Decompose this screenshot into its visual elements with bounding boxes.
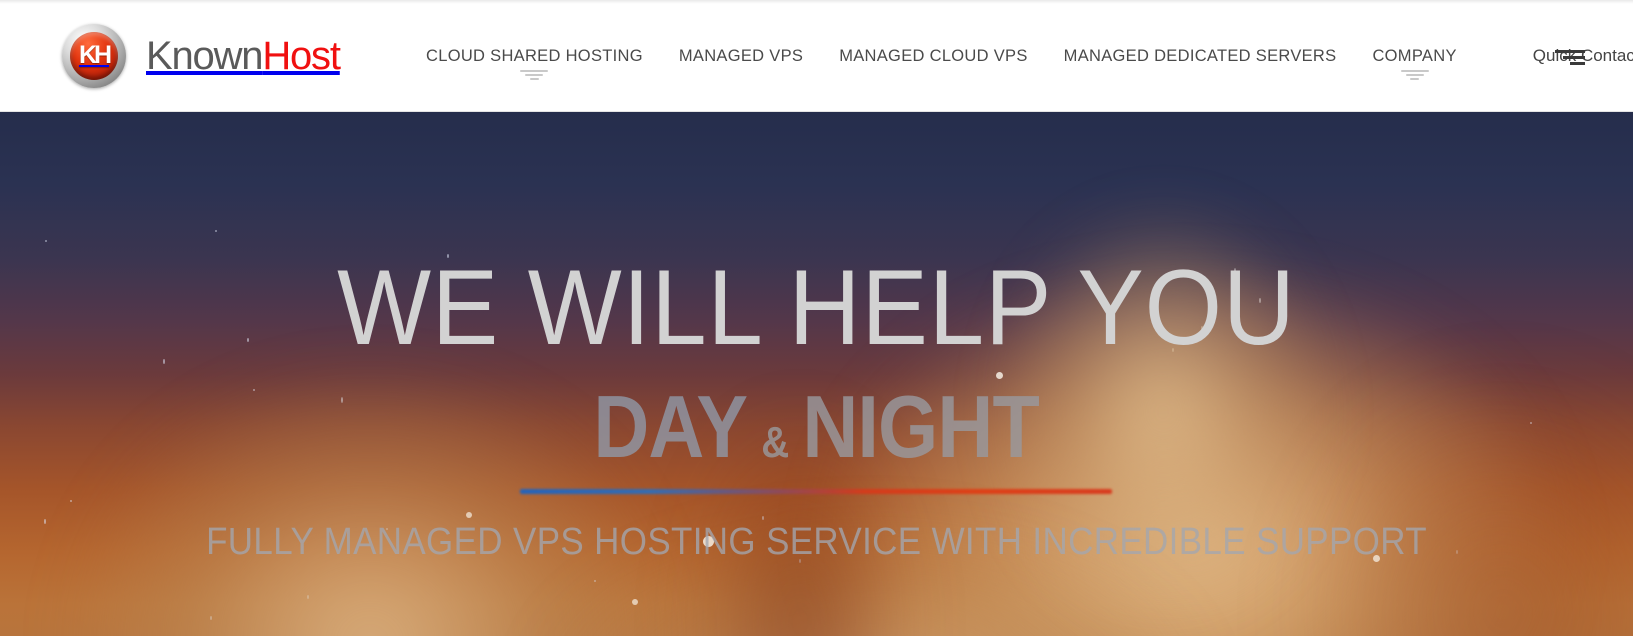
nav-item-label: MANAGED VPS [678, 46, 804, 65]
nav-item-managed-dedicated-servers[interactable]: MANAGED DEDICATED SERVERS [1046, 0, 1355, 112]
nav-item-managed-vps[interactable]: MANAGED VPS [661, 0, 821, 112]
logo-word-host: Host [262, 34, 341, 78]
nav-item-label: MANAGED CLOUD VPS [839, 46, 1028, 65]
logo-mark-text: KH [78, 40, 112, 69]
main-navigation: CLOUD SHARED HOSTING MANAGED VPS MANAGED… [408, 0, 1633, 112]
logo-wordmark: KnownHost [146, 34, 341, 78]
header-divider [0, 111, 1633, 112]
nav-item-label: CLOUD SHARED HOSTING [426, 46, 643, 65]
nav-item-label: COMPANY [1372, 46, 1457, 65]
nav-item-managed-cloud-vps[interactable]: MANAGED CLOUD VPS [821, 0, 1045, 112]
logo-word-known: Known [146, 34, 264, 78]
chevron-down-icon [1400, 70, 1429, 80]
hero-banner: WE WILL HELP YOU DAY & NIGHT FULLY MANAG… [0, 112, 1633, 636]
hero-text-block: WE WILL HELP YOU DAY & NIGHT FULLY MANAG… [0, 112, 1633, 636]
nav-item-company[interactable]: COMPANY [1354, 0, 1474, 112]
hero-subhead-day: DAY [593, 377, 749, 476]
hero-headline: WE WILL HELP YOU [337, 247, 1296, 367]
site-header: KH KnownHost CLOUD SHARED HOSTING MANAGE… [0, 0, 1633, 112]
logo-mark-icon: KH [62, 24, 126, 88]
hero-subhead-wrapper: DAY & NIGHT [520, 383, 1113, 494]
hamburger-menu-icon[interactable] [1555, 50, 1585, 66]
nav-item-cloud-shared-hosting[interactable]: CLOUD SHARED HOSTING [408, 0, 661, 112]
hero-subhead-night: NIGHT [802, 377, 1040, 476]
hero-subhead: DAY & NIGHT [594, 383, 1040, 471]
nav-item-label: MANAGED DEDICATED SERVERS [1063, 46, 1337, 65]
page-root: KH KnownHost CLOUD SHARED HOSTING MANAGE… [0, 0, 1633, 636]
hero-underline-accent [520, 489, 1113, 494]
chevron-down-icon [520, 70, 549, 80]
hero-tagline: FULLY MANAGED VPS HOSTING SERVICE WITH I… [206, 521, 1427, 563]
site-logo[interactable]: KH KnownHost [62, 24, 341, 88]
hero-subhead-amp: & [761, 418, 790, 467]
